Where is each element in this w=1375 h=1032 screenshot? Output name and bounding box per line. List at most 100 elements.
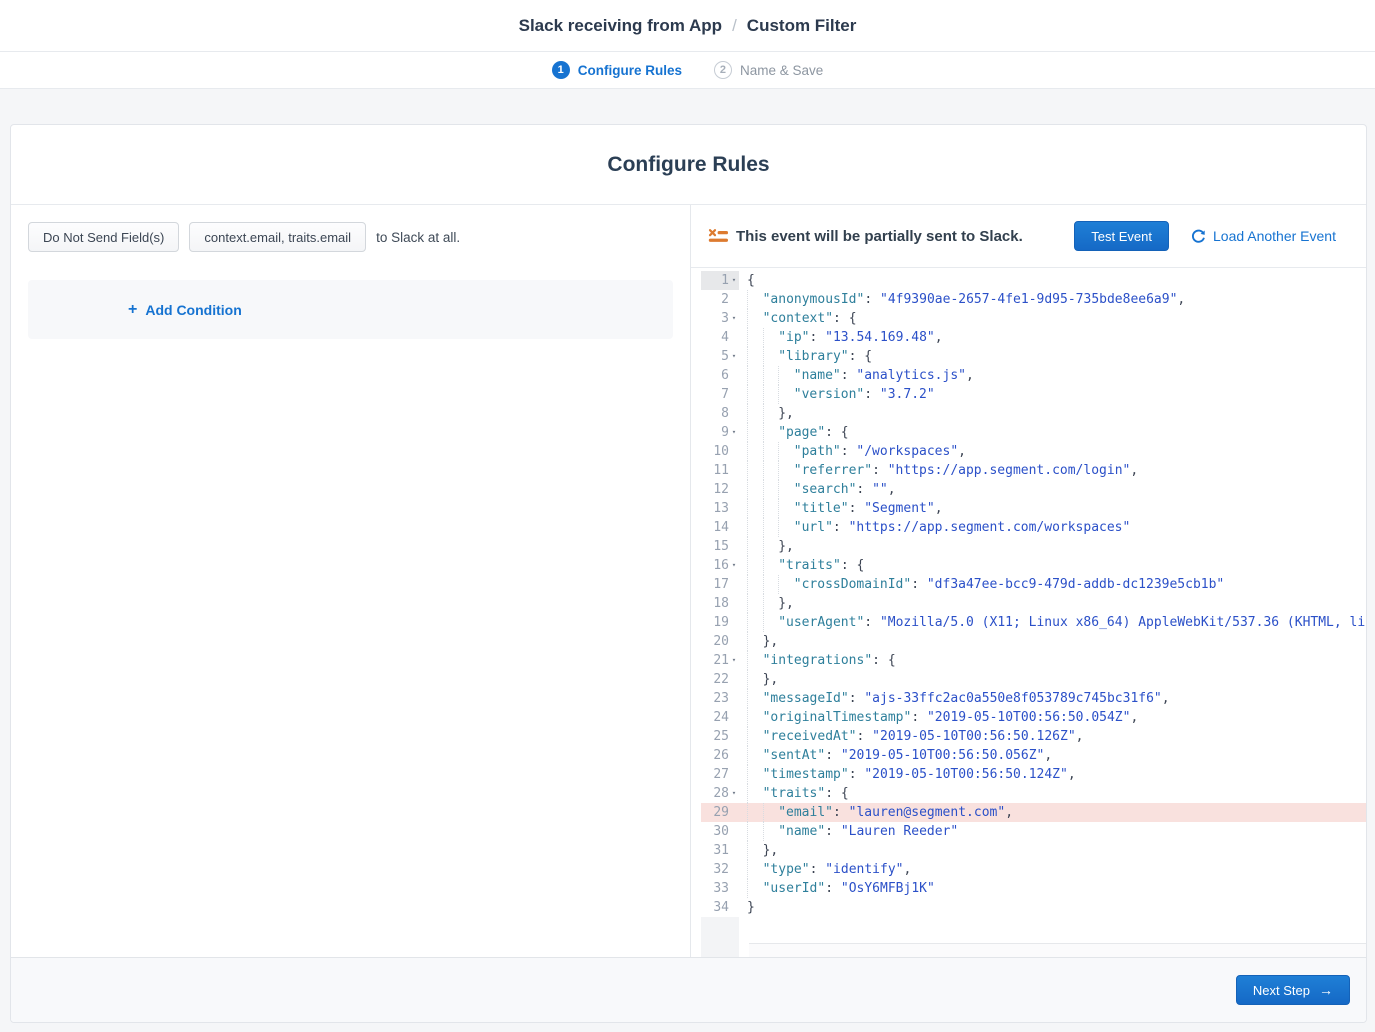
line-number: 10 [701,442,739,461]
fold-arrow-icon[interactable]: ▾ [729,271,739,290]
step-configure-rules[interactable]: 1 Configure Rules [552,61,682,79]
code-line: }, [739,632,1366,651]
page-header: Slack receiving from App / Custom Filter [0,0,1375,52]
line-number: 13 [701,499,739,518]
code-line: "receivedAt": "2019-05-10T00:56:50.126Z"… [739,727,1366,746]
code-line: "traits": { [739,556,1366,575]
fields-list-button[interactable]: context.email, traits.email [189,222,366,252]
code-line: "path": "/workspaces", [739,442,1366,461]
line-number: 18 [701,594,739,613]
step-number-badge: 2 [714,61,732,79]
refresh-icon [1191,229,1206,244]
configure-rules-card: Configure Rules Do Not Send Field(s) con… [10,124,1367,1023]
editor-gutter: 1▾23▾45▾6789▾10111213141516▾1718192021▾2… [701,268,739,957]
line-number: 14 [701,518,739,537]
load-another-event-link[interactable]: Load Another Event [1191,228,1336,244]
editor-code: {"anonymousId": "4f9390ae-2657-4fe1-9d95… [739,268,1366,957]
event-preview-header: This event will be partially sent to Sla… [691,205,1366,268]
code-line: "url": "https://app.segment.com/workspac… [739,518,1366,537]
code-line: "sentAt": "2019-05-10T00:56:50.056Z", [739,746,1366,765]
fold-arrow-icon[interactable]: ▾ [729,651,739,670]
partial-filter-icon [708,228,728,245]
card-main: Do Not Send Field(s) context.email, trai… [11,205,1366,957]
line-number: 12 [701,480,739,499]
line-number: 21▾ [701,651,739,670]
do-not-send-fields-button[interactable]: Do Not Send Field(s) [28,222,179,252]
code-line: "originalTimestamp": "2019-05-10T00:56:5… [739,708,1366,727]
arrow-right-icon: → [1319,982,1333,998]
fold-arrow-icon[interactable]: ▾ [729,423,739,442]
line-number: 1▾ [701,271,739,290]
code-line: }, [739,537,1366,556]
stepper: 1 Configure Rules 2 Name & Save [0,52,1375,89]
line-number: 19 [701,613,739,632]
line-number: 25 [701,727,739,746]
line-number: 3▾ [701,309,739,328]
line-number: 29 [701,803,739,822]
step-name-and-save[interactable]: 2 Name & Save [714,61,823,79]
json-event-editor[interactable]: 1▾23▾45▾6789▾10111213141516▾1718192021▾2… [701,268,1366,957]
code-line: "referrer": "https://app.segment.com/log… [739,461,1366,480]
code-line: "name": "Lauren Reeder" [739,822,1366,841]
test-event-button[interactable]: Test Event [1074,221,1169,251]
add-condition-label: Add Condition [145,302,241,318]
line-number: 17 [701,575,739,594]
horizontal-scrollbar[interactable] [749,943,1366,957]
step-number-badge: 1 [552,61,570,79]
gutter-filler [701,917,739,957]
line-number: 15 [701,537,739,556]
line-number: 8 [701,404,739,423]
page-title: Configure Rules [607,153,769,177]
card-header: Configure Rules [11,125,1366,205]
code-line: "library": { [739,347,1366,366]
code-line: "crossDomainId": "df3a47ee-bcc9-479d-add… [739,575,1366,594]
code-line: "context": { [739,309,1366,328]
card-footer: Next Step → [11,957,1366,1022]
code-line: "integrations": { [739,651,1366,670]
fold-arrow-icon[interactable]: ▾ [729,309,739,328]
code-line: "type": "identify", [739,860,1366,879]
code-line: }, [739,404,1366,423]
code-line: "userAgent": "Mozilla/5.0 (X11; Linux x8… [739,613,1366,632]
line-number: 23 [701,689,739,708]
line-number: 33 [701,879,739,898]
fold-arrow-icon[interactable]: ▾ [729,784,739,803]
code-line: { [739,271,1366,290]
add-condition-button[interactable]: + Add Condition [128,302,242,318]
code-line: "timestamp": "2019-05-10T00:56:50.124Z", [739,765,1366,784]
line-number: 22 [701,670,739,689]
breadcrumb-primary: Slack receiving from App [519,16,722,36]
code-line: "version": "3.7.2" [739,385,1366,404]
breadcrumb-separator: / [732,16,737,36]
line-number: 24 [701,708,739,727]
line-number: 11 [701,461,739,480]
rule-row: Do Not Send Field(s) context.email, trai… [28,222,690,252]
code-line: "userId": "OsY6MFBj1K" [739,879,1366,898]
step-label: Configure Rules [578,63,682,78]
line-number: 7 [701,385,739,404]
fold-arrow-icon[interactable]: ▾ [729,347,739,366]
step-label: Name & Save [740,63,823,78]
code-line: } [739,898,1366,917]
code-line: }, [739,841,1366,860]
code-line: "page": { [739,423,1366,442]
line-number: 2 [701,290,739,309]
event-status-text: This event will be partially sent to Sla… [736,228,1023,245]
code-line: "email": "lauren@segment.com", [739,803,1366,822]
code-line: }, [739,670,1366,689]
add-condition-box: + Add Condition [28,280,673,339]
code-line: "search": "", [739,480,1366,499]
line-number: 4 [701,328,739,347]
line-number: 6 [701,366,739,385]
next-step-button[interactable]: Next Step → [1236,975,1350,1005]
line-number: 5▾ [701,347,739,366]
code-line: "title": "Segment", [739,499,1366,518]
line-number: 31 [701,841,739,860]
line-number: 30 [701,822,739,841]
load-another-event-label: Load Another Event [1213,228,1336,244]
code-line: "anonymousId": "4f9390ae-2657-4fe1-9d95-… [739,290,1366,309]
code-line: "name": "analytics.js", [739,366,1366,385]
line-number: 26 [701,746,739,765]
code-line: }, [739,594,1366,613]
fold-arrow-icon[interactable]: ▾ [729,556,739,575]
